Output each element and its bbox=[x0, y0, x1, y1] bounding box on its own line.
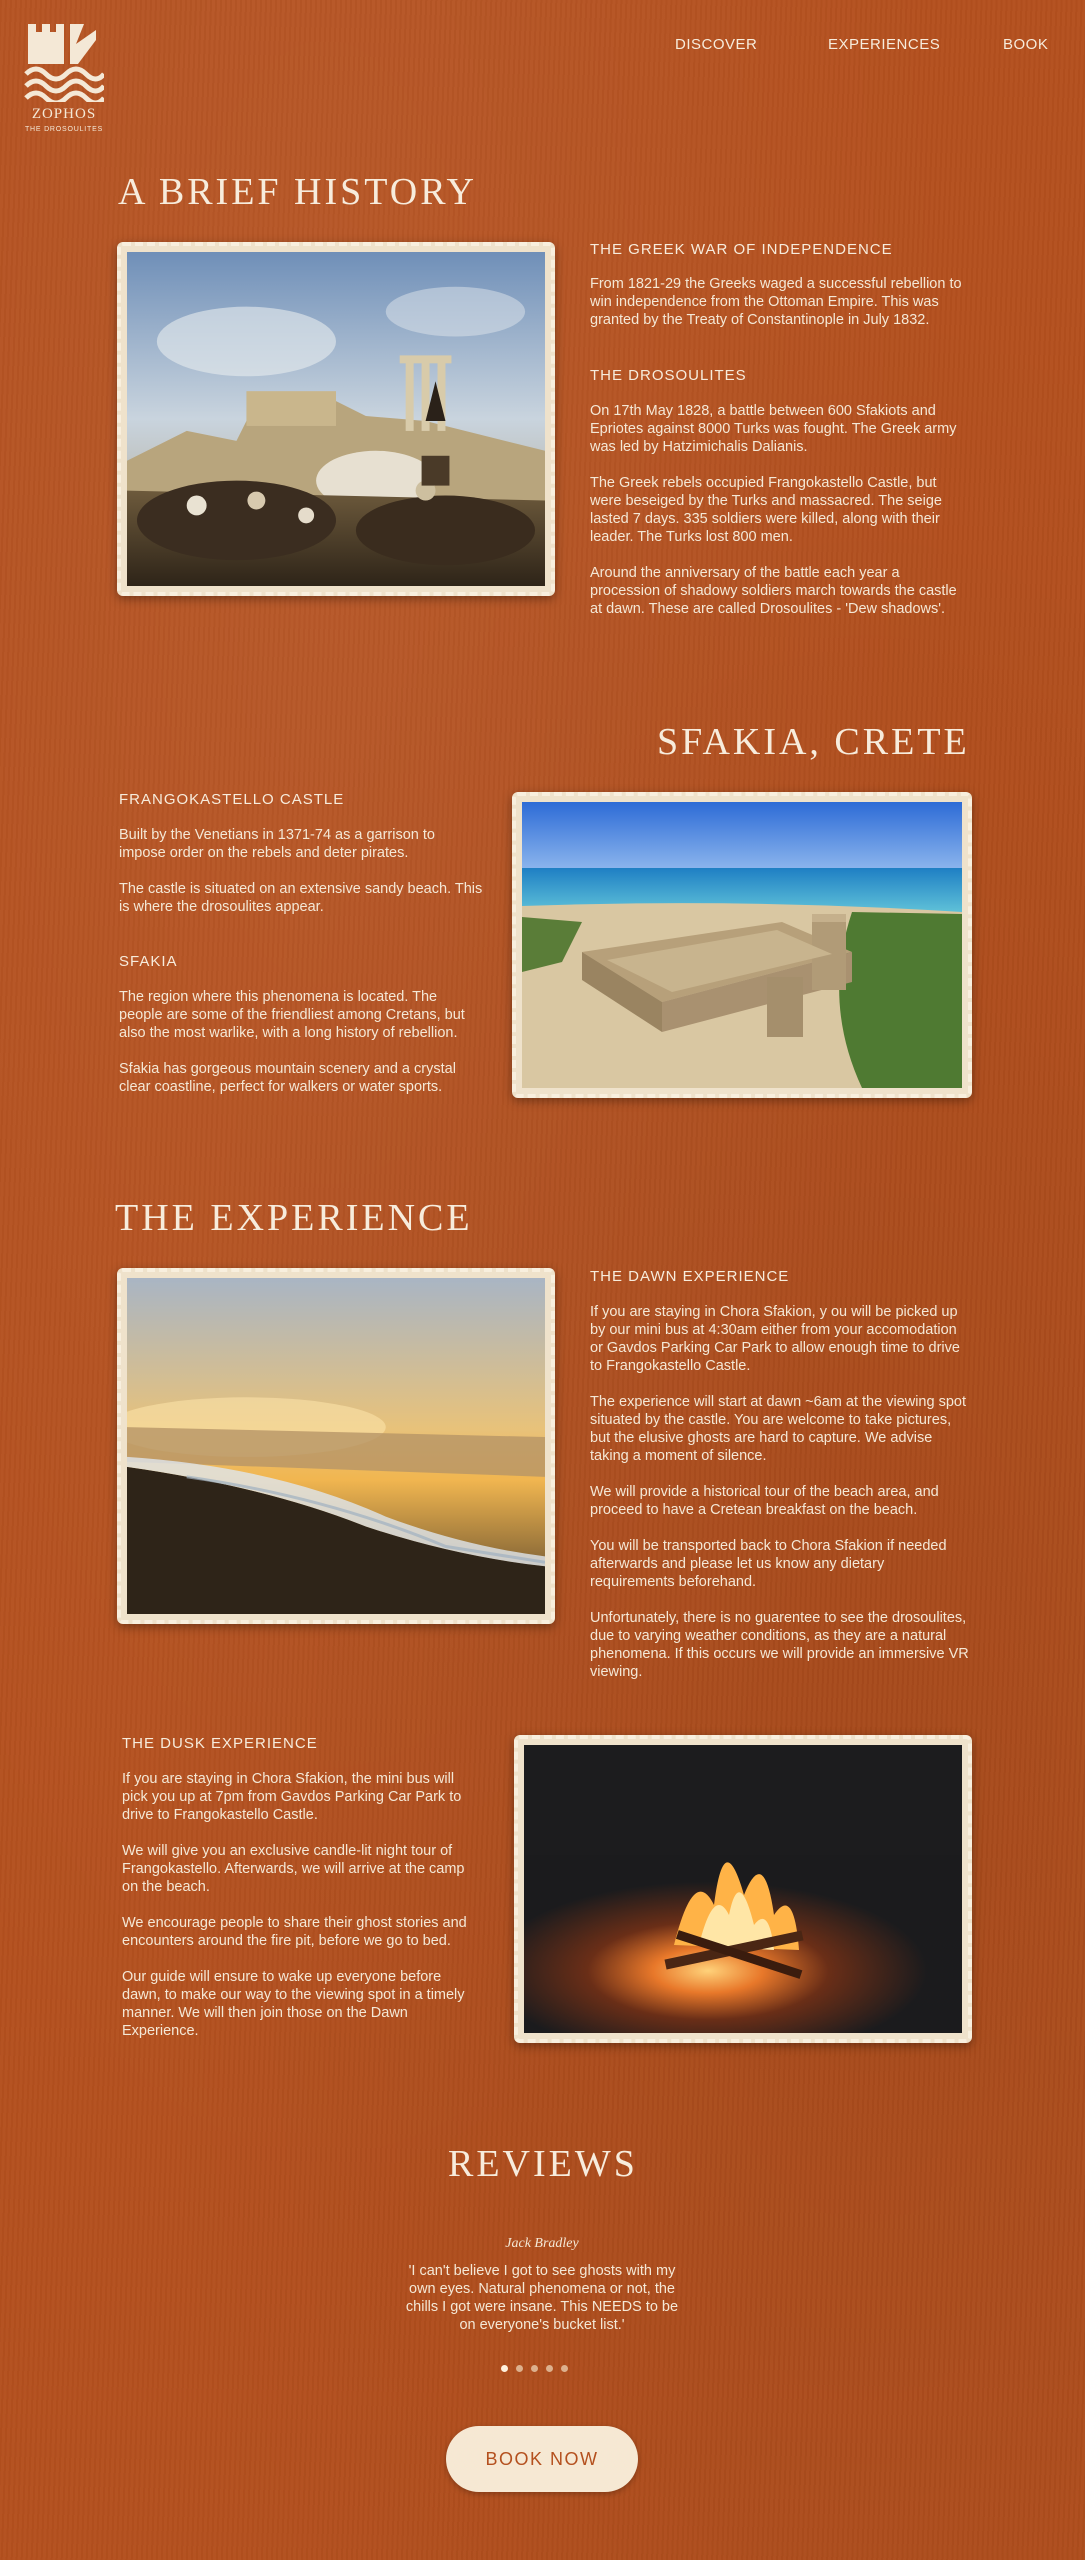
dusk-text-block: If you are staying in Chora Sfakion, the… bbox=[122, 1770, 482, 2058]
battle-painting-image bbox=[127, 252, 545, 586]
drosoulites-heading: THE DROSOULITES bbox=[590, 367, 747, 384]
drosoulites-paragraph-3: Around the anniversary of the battle eac… bbox=[590, 565, 957, 617]
carousel-dot[interactable] bbox=[501, 2365, 508, 2372]
war-text-block: From 1821-29 the Greeks waged a successf… bbox=[590, 275, 970, 347]
drosoulites-text-block: On 17th May 1828, a battle between 600 S… bbox=[590, 402, 970, 636]
dawn-paragraph-1: If you are staying in Chora Sfakion, y o… bbox=[590, 1304, 960, 1374]
experience-title: THE EXPERIENCE bbox=[115, 1197, 473, 1239]
carousel-dot[interactable] bbox=[546, 2365, 553, 2372]
dawn-paragraph-3: We will provide a historical tour of the… bbox=[590, 1484, 939, 1518]
carousel-dot[interactable] bbox=[561, 2365, 568, 2372]
dusk-heading: THE DUSK EXPERIENCE bbox=[122, 1735, 318, 1752]
war-heading: THE GREEK WAR OF INDEPENDENCE bbox=[590, 241, 893, 258]
sfakia-text-block: The region where this phenomena is locat… bbox=[119, 988, 484, 1114]
dusk-paragraph-3: We encourage people to share their ghost… bbox=[122, 1915, 467, 1949]
war-paragraph: From 1821-29 the Greeks waged a successf… bbox=[590, 276, 962, 328]
dusk-paragraph-4: Our guide will ensure to wake up everyon… bbox=[122, 1969, 465, 2039]
reviewer-name: Jack Bradley bbox=[505, 2236, 579, 2251]
brand-name: ZOPHOS bbox=[31, 106, 97, 122]
sfakia-title: SFAKIA, CRETE bbox=[657, 721, 970, 763]
brand-logo[interactable] bbox=[24, 22, 106, 107]
dusk-paragraph-2: We will give you an exclusive candle-lit… bbox=[122, 1843, 465, 1895]
dusk-paragraph-1: If you are staying in Chora Sfakion, the… bbox=[122, 1771, 462, 1823]
drosoulites-paragraph-2: The Greek rebels occupied Frangokastello… bbox=[590, 475, 942, 545]
campfire-photo-frame bbox=[514, 1735, 972, 2043]
book-now-button[interactable]: BOOK NOW bbox=[446, 2426, 638, 2492]
history-title: A BRIEF HISTORY bbox=[118, 171, 477, 213]
castle-paragraph-1: Built by the Venetians in 1371-74 as a g… bbox=[119, 827, 435, 861]
dawn-photo-image bbox=[127, 1278, 545, 1614]
castle-text-block: Built by the Venetians in 1371-74 as a g… bbox=[119, 826, 484, 934]
nav-book[interactable]: BOOK bbox=[1003, 36, 1048, 53]
sfakia-paragraph-2: Sfakia has gorgeous mountain scenery and… bbox=[119, 1061, 456, 1095]
sfakia-heading: SFAKIA bbox=[119, 953, 178, 970]
dawn-paragraph-2: The experience will start at dawn ~6am a… bbox=[590, 1394, 966, 1464]
carousel-dot[interactable] bbox=[531, 2365, 538, 2372]
reviews-title: REVIEWS bbox=[448, 2143, 638, 2185]
carousel-dot[interactable] bbox=[516, 2365, 523, 2372]
battle-painting-frame bbox=[117, 242, 555, 596]
campfire-photo-image bbox=[524, 1745, 962, 2033]
review-quote: 'I can't believe I got to see ghosts wit… bbox=[405, 2263, 679, 2333]
nav-experiences[interactable]: EXPERIENCES bbox=[828, 36, 940, 53]
dawn-paragraph-5: Unfortunately, there is no guarentee to … bbox=[590, 1610, 969, 1680]
dawn-heading: THE DAWN EXPERIENCE bbox=[590, 1268, 790, 1285]
sfakia-paragraph-1: The region where this phenomena is locat… bbox=[119, 989, 465, 1041]
castle-photo-image bbox=[522, 802, 962, 1088]
brand-tagline: THE DROSOULITES bbox=[24, 126, 104, 133]
review-carousel-dots bbox=[497, 2359, 572, 2377]
castle-heading: FRANGOKASTELLO CASTLE bbox=[119, 791, 345, 808]
dawn-paragraph-4: You will be transported back to Chora Sf… bbox=[590, 1538, 947, 1590]
dawn-text-block: If you are staying in Chora Sfakion, y o… bbox=[590, 1303, 970, 1699]
drosoulites-paragraph-1: On 17th May 1828, a battle between 600 S… bbox=[590, 403, 957, 455]
dawn-photo-frame bbox=[117, 1268, 555, 1624]
castle-photo-frame bbox=[512, 792, 972, 1098]
castle-waves-icon bbox=[24, 24, 106, 106]
castle-paragraph-2: The castle is situated on an extensive s… bbox=[119, 881, 483, 915]
nav-discover[interactable]: DISCOVER bbox=[675, 36, 757, 53]
